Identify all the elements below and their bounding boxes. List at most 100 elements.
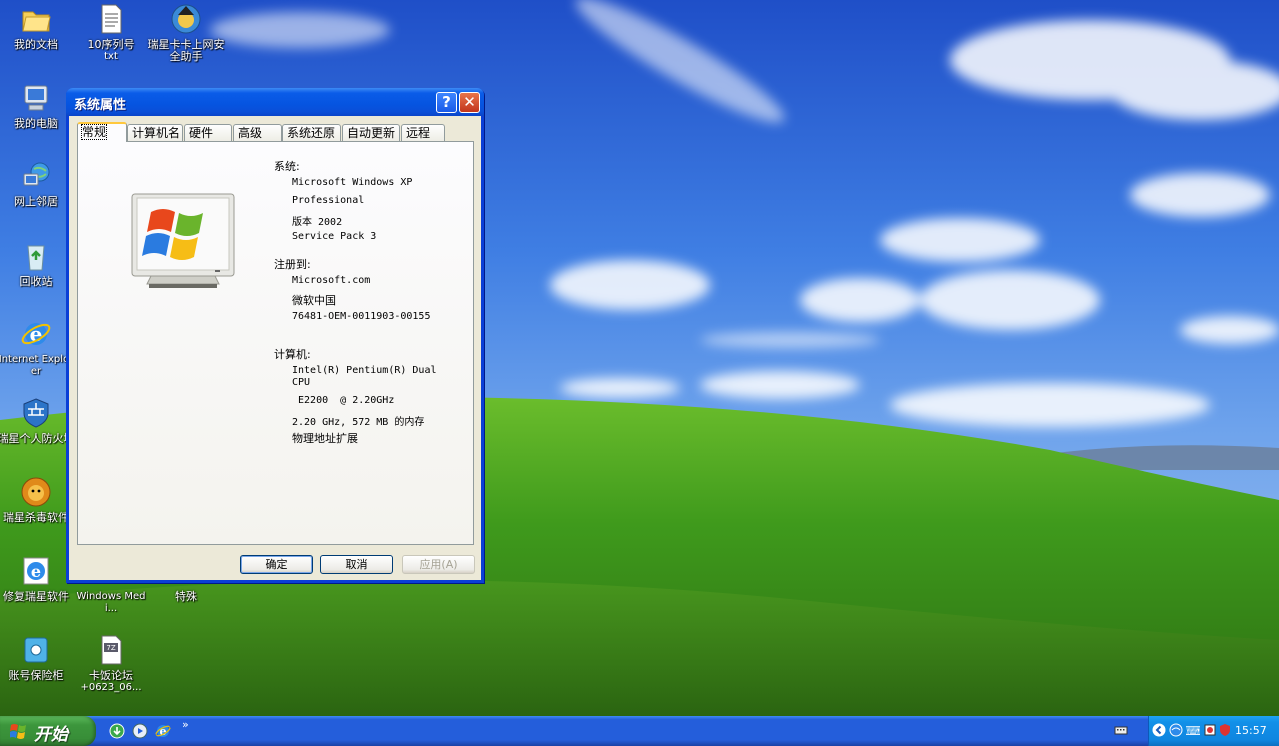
lion-antivirus-icon bbox=[21, 477, 51, 507]
system-heading: 系统: bbox=[274, 160, 300, 173]
security-tray-icon[interactable] bbox=[1218, 723, 1232, 737]
desktop-icon-label: 卡饭论坛 bbox=[89, 669, 133, 682]
text-file-icon bbox=[101, 4, 122, 34]
desktop-icon-rising-firewall[interactable]: 瑞星个人防火墙 bbox=[0, 397, 75, 445]
computer-icon bbox=[24, 85, 48, 111]
firewall-icon bbox=[23, 398, 49, 428]
desktop-icon-my-computer[interactable]: 我的电脑 bbox=[0, 82, 75, 130]
keyboard-icon[interactable] bbox=[1114, 723, 1128, 737]
registered-org: 微软中国 bbox=[292, 294, 336, 307]
desktop-icon-sublabel: +0623_06... bbox=[80, 682, 142, 693]
svg-text:⌨: ⌨ bbox=[1186, 724, 1200, 737]
tab-remote[interactable]: 远程 bbox=[401, 124, 445, 141]
desktop-icon-label: 回收站 bbox=[19, 275, 53, 288]
network-icon bbox=[23, 162, 50, 186]
registered-heading: 注册到: bbox=[274, 258, 311, 271]
desktop-icon-account-safe[interactable]: 账号保险柜 bbox=[0, 634, 75, 682]
pae-info: 物理地址扩展 bbox=[292, 432, 358, 445]
desktop-icon-recycle-bin[interactable]: 回收站 bbox=[0, 240, 75, 288]
recycle-bin-icon bbox=[27, 245, 45, 271]
ime-icon[interactable]: ⌨ bbox=[1186, 723, 1200, 737]
dialog-client-area: 常规 计算机名 硬件 高级 系统还原 自动更新 远程 系统: Microsoft… bbox=[69, 116, 481, 580]
desktop-icon-label: 瑞星杀毒软件 bbox=[3, 511, 69, 524]
clock[interactable]: 15:57 bbox=[1235, 724, 1267, 737]
system-properties-window[interactable]: 系统属性 ? ✕ 常规 计算机名 硬件 高级 系统还原 自动更新 远程 系统: … bbox=[66, 88, 484, 583]
start-label: 开始 bbox=[34, 725, 68, 745]
kaka-assistant-icon bbox=[171, 4, 201, 34]
tab-general[interactable]: 常规 bbox=[77, 122, 127, 142]
memory-info: 2.20 GHz, 572 MB 的内存 bbox=[292, 417, 425, 428]
desktop-icon-network-places[interactable]: 网上邻居 bbox=[0, 160, 75, 208]
desktop-icon-sublabel: txt bbox=[104, 51, 118, 62]
quicklaunch-media-player-icon[interactable] bbox=[132, 723, 148, 739]
cpu-line-2: CPU bbox=[292, 377, 311, 388]
windows-logo-monitor-icon bbox=[131, 193, 235, 288]
desktop-icon-my-documents[interactable]: 我的文档 bbox=[0, 3, 75, 51]
desktop-icon-serial-txt[interactable]: 10序列号 txt bbox=[72, 3, 150, 62]
tab-hardware[interactable]: 硬件 bbox=[184, 124, 232, 141]
registered-user: Microsoft.com bbox=[292, 275, 371, 286]
desktop-icon-label: 网上邻居 bbox=[14, 195, 58, 208]
tab-label: 硬件 bbox=[189, 126, 214, 140]
desktop-icon-label: 我的文档 bbox=[14, 38, 58, 51]
quicklaunch-internet-explorer-icon[interactable]: e bbox=[155, 723, 171, 739]
taskbar: 开始 e » ⌨ 15:57 bbox=[0, 716, 1279, 746]
service-pack: Service Pack 3 bbox=[292, 231, 377, 242]
folder-icon bbox=[22, 11, 51, 32]
os-name: Microsoft Windows XP bbox=[292, 177, 413, 188]
os-edition: Professional bbox=[292, 195, 365, 206]
product-id: 76481-OEM-0011903-00155 bbox=[292, 311, 431, 322]
cancel-button[interactable]: 取消 bbox=[320, 555, 393, 574]
computer-heading: 计算机: bbox=[274, 348, 311, 361]
windows-flag-icon bbox=[10, 724, 26, 739]
tab-auto-update[interactable]: 自动更新 bbox=[342, 124, 400, 141]
ok-button[interactable]: 确定 bbox=[240, 555, 313, 574]
tab-label: 自动更新 bbox=[347, 126, 396, 140]
system-tray: ⌨ 15:57 bbox=[1148, 716, 1279, 746]
tab-label: 高级 bbox=[238, 126, 263, 140]
close-button[interactable]: ✕ bbox=[459, 92, 480, 113]
tab-system-restore[interactable]: 系统还原 bbox=[282, 124, 341, 141]
tray-collapse-chevron-icon[interactable] bbox=[1152, 723, 1166, 737]
tab-label: 常规 bbox=[80, 124, 108, 140]
internet-explorer-icon: e bbox=[23, 557, 49, 585]
antivirus-tray-icon[interactable] bbox=[1203, 723, 1217, 737]
tab-label: 系统还原 bbox=[287, 126, 336, 140]
safe-box-icon bbox=[24, 637, 48, 663]
internet-explorer-icon: e bbox=[21, 322, 51, 346]
desktop-icon-label: 瑞星个人防火墙 bbox=[0, 432, 75, 445]
desktop-icon-label: 瑞星卡卡上网安全助手 bbox=[147, 38, 225, 63]
quicklaunch-more-chevron[interactable]: » bbox=[182, 718, 189, 731]
question-mark-icon: ? bbox=[442, 93, 451, 111]
desktop-icon-label: 特殊 bbox=[175, 590, 197, 603]
tab-computer-name[interactable]: 计算机名 bbox=[127, 124, 183, 141]
desktop-icon-label: 账号保险柜 bbox=[8, 669, 64, 682]
desktop-icon-internet-explorer[interactable]: e Internet Explorer bbox=[0, 318, 75, 378]
desktop-icon-label: 修复瑞星软件 bbox=[3, 590, 69, 603]
close-icon: ✕ bbox=[463, 93, 476, 111]
tab-advanced[interactable]: 高级 bbox=[233, 124, 282, 141]
desktop-icon-label: Internet Explorer bbox=[0, 354, 74, 377]
desktop-icon-label: 我的电脑 bbox=[14, 117, 58, 130]
os-version: 版本 2002 bbox=[292, 217, 343, 228]
desktop-icon-rising-antivirus[interactable]: 瑞星杀毒软件 bbox=[0, 476, 75, 524]
desktop-icon-kafan-7z[interactable]: 7Z 卡饭论坛 +0623_06... bbox=[72, 634, 150, 693]
quicklaunch-update-icon[interactable] bbox=[109, 723, 125, 739]
help-button[interactable]: ? bbox=[436, 92, 457, 113]
network-status-icon[interactable] bbox=[1169, 723, 1183, 737]
svg-text:e: e bbox=[31, 562, 41, 581]
tab-label: 远程 bbox=[406, 126, 431, 140]
apply-button[interactable]: 应用(A) bbox=[402, 555, 475, 574]
cpu-line-1: Intel(R) Pentium(R) Dual bbox=[292, 365, 437, 376]
svg-text:7Z: 7Z bbox=[106, 644, 115, 652]
window-title: 系统属性 bbox=[74, 98, 127, 113]
tab-label: 计算机名 bbox=[132, 126, 181, 140]
desktop-icon-rising-kaka[interactable]: 瑞星卡卡上网安全助手 bbox=[147, 3, 225, 63]
desktop-icon-label: Windows Medi... bbox=[76, 591, 146, 614]
start-button[interactable]: 开始 bbox=[0, 716, 96, 746]
desktop-icon-label: 10序列号 bbox=[87, 38, 135, 51]
general-tab-panel: 系统: Microsoft Windows XP Professional 版本… bbox=[77, 141, 474, 545]
cpu-model: E2200 @ 2.20GHz bbox=[292, 395, 395, 406]
desktop-icon-repair-rising[interactable]: e 修复瑞星软件 bbox=[0, 555, 75, 603]
window-titlebar[interactable]: 系统属性 ? ✕ bbox=[66, 88, 484, 116]
